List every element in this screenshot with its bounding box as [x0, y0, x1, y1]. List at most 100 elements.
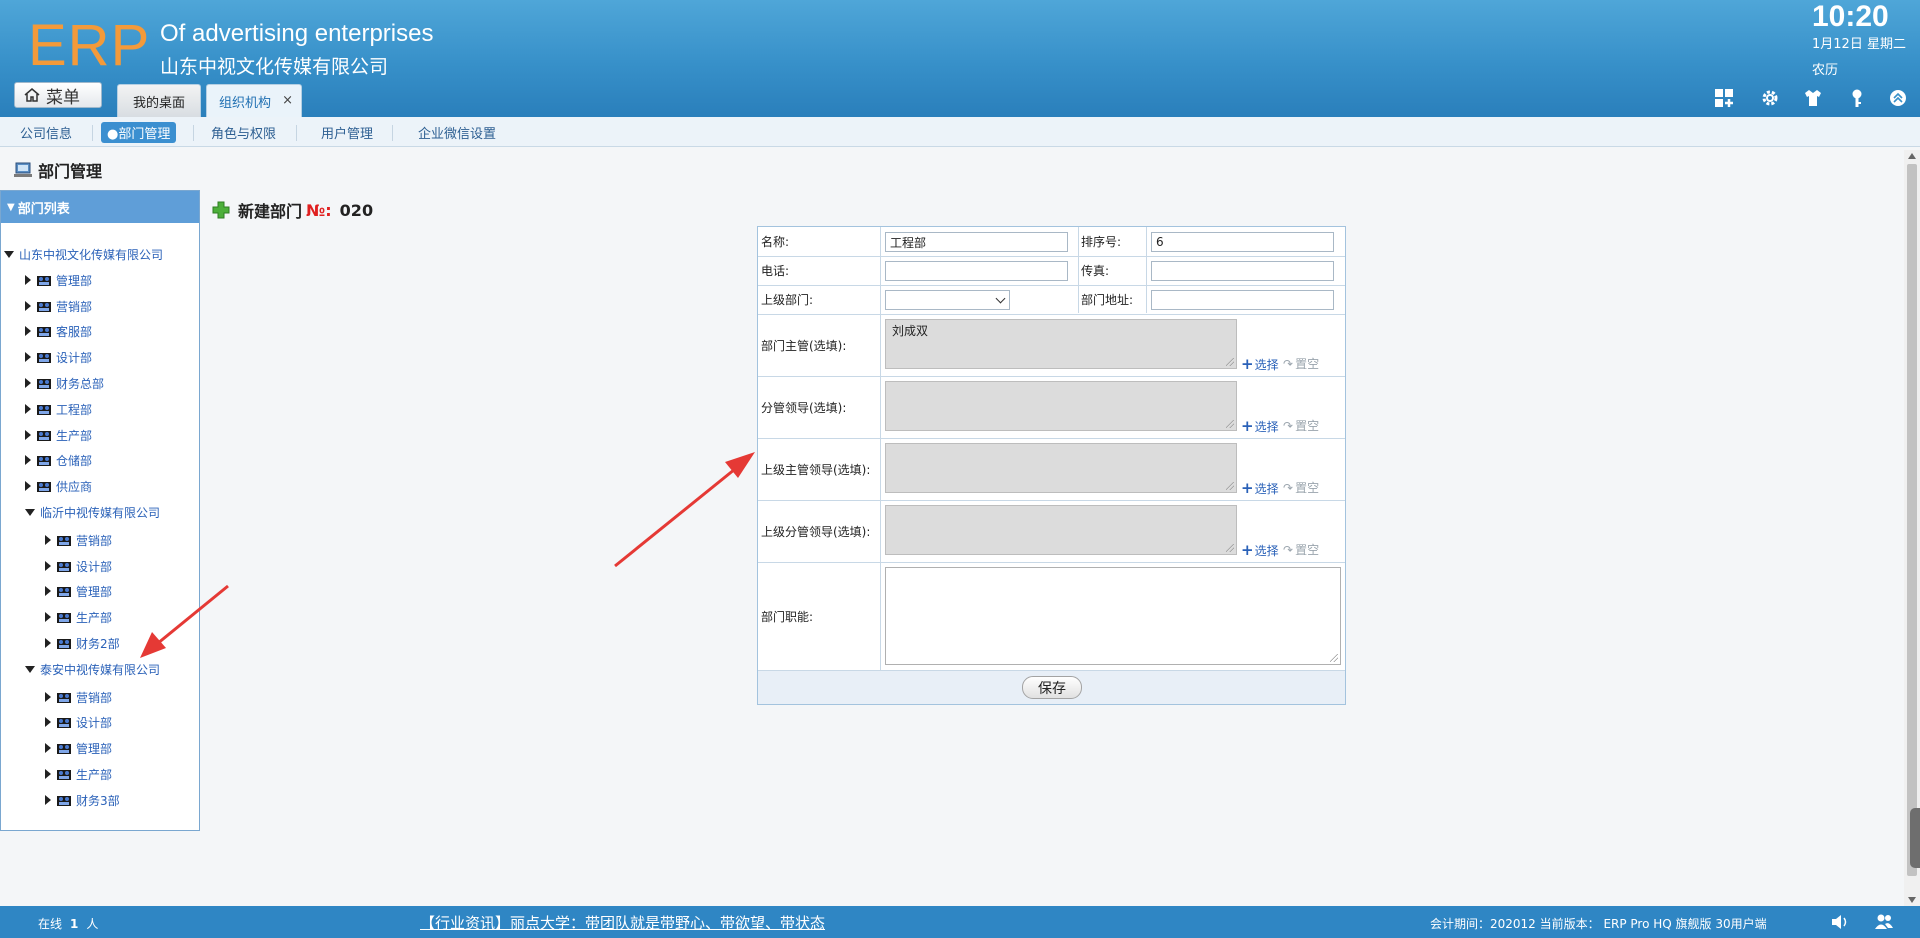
name-field[interactable]: [885, 232, 1068, 252]
manager-clear-button[interactable]: ↷ 置空: [1283, 355, 1319, 372]
resize-handle[interactable]: [1226, 358, 1234, 366]
expand-right-icon[interactable]: [45, 561, 51, 571]
subnav-user-management[interactable]: 用户管理: [315, 122, 379, 143]
fax-field[interactable]: [1151, 261, 1334, 281]
expand-down-icon[interactable]: [25, 508, 35, 516]
divider: [1146, 227, 1147, 313]
tree-node-department[interactable]: 财务总部: [25, 374, 104, 392]
leader-field[interactable]: [885, 381, 1237, 431]
manager-field[interactable]: 刘成双: [885, 319, 1237, 369]
tree-node-department[interactable]: 设计部: [25, 348, 92, 366]
expand-right-icon[interactable]: [45, 743, 51, 753]
expand-right-icon[interactable]: [25, 378, 31, 388]
upper-manager-select-button[interactable]: + 选择: [1241, 479, 1279, 497]
users-icon[interactable]: [1874, 912, 1894, 932]
expand-right-icon[interactable]: [25, 455, 31, 465]
tree-node-department[interactable]: 设计部: [45, 713, 112, 731]
scroll-up-icon[interactable]: [1908, 153, 1916, 159]
resize-handle[interactable]: [1226, 482, 1234, 490]
upper-leader-field[interactable]: [885, 505, 1237, 555]
order-field[interactable]: [1151, 232, 1334, 252]
phone-field[interactable]: [885, 261, 1068, 281]
expand-down-icon[interactable]: [4, 250, 14, 258]
parent-department-select[interactable]: [885, 290, 1010, 310]
collapse-up-icon[interactable]: [1888, 88, 1908, 108]
tree-node-department[interactable]: 营销部: [45, 531, 112, 549]
expand-right-icon[interactable]: [25, 326, 31, 336]
resize-handle[interactable]: [1226, 420, 1234, 428]
upper-manager-clear-button[interactable]: ↷ 置空: [1283, 479, 1319, 496]
expand-right-icon[interactable]: [45, 535, 51, 545]
leader-clear-button[interactable]: ↷ 置空: [1283, 417, 1319, 434]
expand-right-icon[interactable]: [25, 301, 31, 311]
status-bar: 在线 1 人 【行业资讯】丽点大学：带团队就是带野心、带欲望、带状态 会计期间：20…: [0, 906, 1920, 938]
resize-handle[interactable]: [1226, 544, 1234, 552]
tree-node-department[interactable]: 管理部: [45, 739, 112, 757]
expand-right-icon[interactable]: [25, 404, 31, 414]
vertical-scrollbar[interactable]: [1904, 150, 1920, 906]
expand-down-icon[interactable]: [25, 665, 35, 673]
tree-node-department[interactable]: 营销部: [45, 688, 112, 706]
tree-node-department[interactable]: 供应商: [25, 477, 92, 495]
tree-node-department[interactable]: 生产部: [25, 426, 92, 444]
expand-right-icon[interactable]: [25, 352, 31, 362]
subnav-department-management[interactable]: ●部门管理: [101, 122, 177, 143]
tab-my-desktop[interactable]: 我的桌面: [117, 84, 201, 117]
tree-node-department[interactable]: 财务3部: [45, 791, 120, 809]
expand-right-icon[interactable]: [45, 769, 51, 779]
tree-node-department[interactable]: 仓储部: [25, 451, 92, 469]
expand-right-icon[interactable]: [45, 612, 51, 622]
tree-header[interactable]: ▼ 部门列表: [1, 191, 199, 223]
close-icon[interactable]: ×: [282, 93, 293, 108]
expand-right-icon[interactable]: [25, 430, 31, 440]
upper-leader-clear-button[interactable]: ↷ 置空: [1283, 541, 1319, 558]
leader-select-button[interactable]: + 选择: [1241, 417, 1279, 435]
expand-right-icon[interactable]: [45, 692, 51, 702]
expand-right-icon[interactable]: [25, 481, 31, 491]
scrollbar-thumb[interactable]: [1907, 164, 1917, 876]
tree-node-department[interactable]: 工程部: [25, 400, 92, 418]
scroll-down-icon[interactable]: [1908, 897, 1916, 903]
layout-icon[interactable]: [1714, 88, 1734, 108]
expand-right-icon[interactable]: [45, 795, 51, 805]
tree-node-department[interactable]: 管理部: [45, 582, 112, 600]
expand-right-icon[interactable]: [25, 275, 31, 285]
subnav-company-info[interactable]: 公司信息: [14, 122, 78, 143]
shirt-icon[interactable]: [1803, 88, 1823, 108]
save-button[interactable]: 保存: [1022, 676, 1082, 699]
tree-node-company[interactable]: 山东中视文化传媒有限公司: [4, 245, 163, 263]
tree-node-department[interactable]: 生产部: [45, 765, 112, 783]
subnav-wechat-settings[interactable]: 企业微信设置: [412, 122, 502, 143]
upper-leader-select-button[interactable]: + 选择: [1241, 541, 1279, 559]
tree-node-company[interactable]: 泰安中视传媒有限公司: [25, 660, 160, 678]
menu-button[interactable]: 菜单: [14, 82, 102, 108]
tree-node-department[interactable]: 营销部: [25, 297, 92, 315]
expand-right-icon[interactable]: [45, 638, 51, 648]
address-field[interactable]: [1151, 290, 1334, 310]
tree-node-department[interactable]: 管理部: [25, 271, 92, 289]
department-icon: [57, 587, 71, 597]
volume-icon[interactable]: [1830, 912, 1850, 932]
tree-node-department[interactable]: 客服部: [25, 322, 92, 340]
upper-manager-field[interactable]: [885, 443, 1237, 493]
manager-select-button[interactable]: + 选择: [1241, 355, 1279, 373]
duty-textarea[interactable]: [885, 567, 1341, 665]
tab-organization[interactable]: 组织机构 ×: [206, 84, 302, 117]
department-icon: [57, 770, 71, 780]
tree-node-department[interactable]: 财务2部: [45, 634, 120, 652]
subnav-roles-permissions[interactable]: 角色与权限: [205, 122, 282, 143]
tree-node-company[interactable]: 临沂中视传媒有限公司: [25, 503, 160, 521]
fax-label: 传真:: [1081, 264, 1110, 278]
key-icon[interactable]: [1847, 88, 1867, 108]
expand-right-icon[interactable]: [45, 586, 51, 596]
top-header: ERP Of advertising enterprises 山东中视文化传媒有…: [0, 0, 1920, 117]
news-ticker-link[interactable]: 【行业资讯】丽点大学：带团队就是带野心、带欲望、带状态: [420, 912, 825, 933]
side-widget-handle[interactable]: [1910, 808, 1920, 868]
home-icon: [24, 88, 40, 102]
tree-node-department[interactable]: 设计部: [45, 557, 112, 575]
resize-handle[interactable]: [1330, 654, 1338, 662]
gear-icon[interactable]: [1760, 88, 1780, 108]
clock-date: 1月12日 星期二: [1812, 37, 1906, 52]
expand-right-icon[interactable]: [45, 717, 51, 727]
tree-node-department[interactable]: 生产部: [45, 608, 112, 626]
